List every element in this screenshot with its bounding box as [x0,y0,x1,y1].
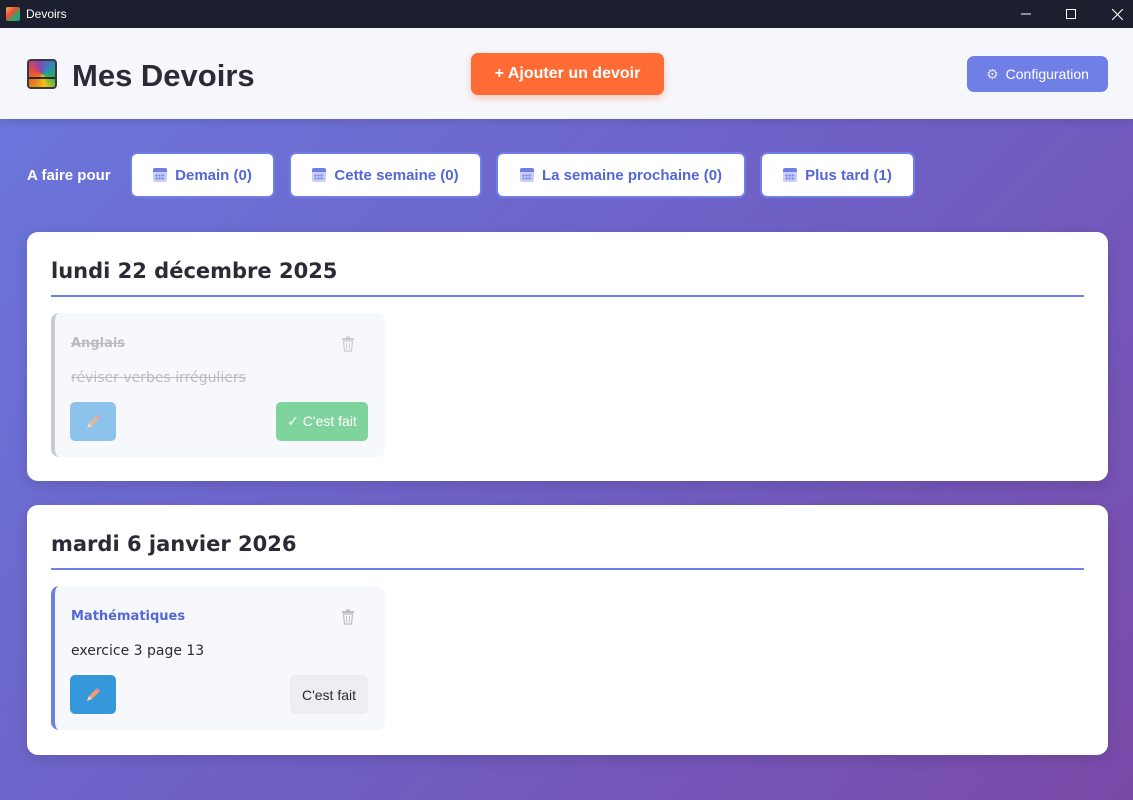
homework-subject: Mathématiques [71,609,186,624]
day-date-heading: mardi 6 janvier 2026 [51,532,297,556]
page-title: Mes Devoirs [72,58,255,93]
minimize-icon [1021,13,1031,15]
day-card: mardi 6 janvier 2026 Mathématiques exerc… [27,505,1108,755]
configuration-label: Configuration [1005,66,1089,82]
notebook-icon [27,59,57,89]
calendar-icon [312,168,327,182]
close-icon [1111,8,1123,20]
calendar-icon [783,168,798,182]
homework-card: Mathématiques exercice 3 page 13 C'est f… [51,586,385,730]
window-title: Devoirs [26,7,67,21]
app-header: Mes Devoirs + Ajouter un devoir ⚙ Config… [0,28,1133,119]
filter-label: A faire pour [27,167,111,184]
filter-label-text: La semaine prochaine (0) [541,166,723,184]
calendar-icon [519,168,534,182]
filter-label-text: Demain (0) [175,166,252,184]
gear-icon: ⚙ [986,65,999,82]
homework-subject: Anglais [71,336,126,351]
day-date-heading: lundi 22 décembre 2025 [51,259,338,283]
filter-tomorrow-button[interactable]: Demain (0) [130,152,275,198]
add-homework-button[interactable]: + Ajouter un devoir [471,53,664,95]
mark-done-button[interactable]: C'est fait [290,675,368,714]
window-titlebar: Devoirs [0,0,1133,28]
filter-next-week-button[interactable]: La semaine prochaine (0) [496,152,746,198]
calendar-icon [153,168,168,182]
mark-done-button[interactable]: ✓ C'est fait [276,402,368,441]
homework-description: exercice 3 page 13 [71,643,205,659]
homework-description: réviser verbes irréguliers [71,370,246,386]
filter-later-button[interactable]: Plus tard (1) [760,152,915,198]
close-button[interactable] [1094,0,1133,28]
minimize-button[interactable] [1003,0,1049,28]
trash-icon[interactable] [341,336,355,352]
configuration-button[interactable]: ⚙ Configuration [967,56,1108,92]
maximize-button[interactable] [1048,0,1094,28]
homework-card: Anglais réviser verbes irréguliers ✓ C'e… [51,313,385,457]
trash-icon[interactable] [341,609,355,625]
filter-label-text: Plus tard (1) [805,166,892,184]
pencil-icon [87,687,100,701]
pencil-icon [87,414,100,428]
divider [51,295,1084,297]
filter-this-week-button[interactable]: Cette semaine (0) [289,152,482,198]
divider [51,568,1084,570]
app-icon [6,7,20,21]
filter-label-text: Cette semaine (0) [334,166,459,184]
day-card: lundi 22 décembre 2025 Anglais réviser v… [27,232,1108,481]
edit-button[interactable] [70,402,116,441]
edit-button[interactable] [70,675,116,714]
maximize-icon [1066,9,1076,19]
